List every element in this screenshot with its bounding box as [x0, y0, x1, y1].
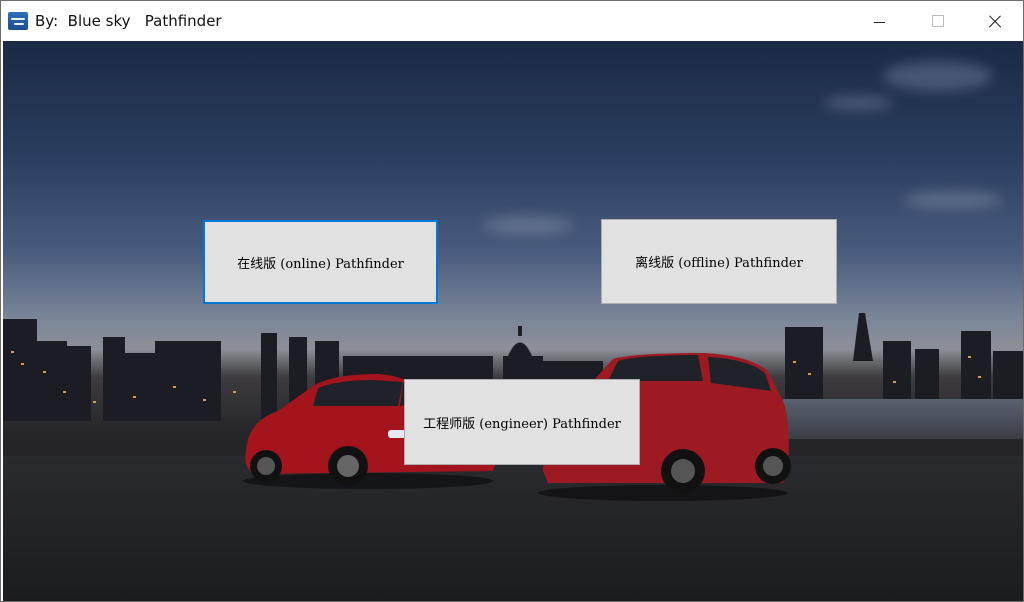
engineer-pathfinder-button[interactable]: 工程师版 (engineer) Pathfinder: [404, 379, 640, 465]
maximize-button[interactable]: [909, 1, 967, 41]
cloud: [823, 96, 893, 110]
cloud: [483, 216, 573, 234]
app-window: By: Blue sky Pathfinder 在线版 (online) Pat…: [0, 0, 1024, 602]
online-pathfinder-button[interactable]: 在线版 (online) Pathfinder: [203, 220, 438, 304]
cloud: [903, 191, 1003, 209]
maximize-icon: [932, 15, 944, 27]
background-image: [3, 41, 1023, 601]
river: [783, 399, 1023, 439]
minimize-icon: [874, 22, 885, 23]
minimize-button[interactable]: [851, 1, 909, 41]
road: [3, 456, 1023, 601]
offline-pathfinder-button[interactable]: 离线版 (offline) Pathfinder: [601, 219, 837, 304]
window-title: By: Blue sky Pathfinder: [35, 12, 222, 30]
title-bar[interactable]: By: Blue sky Pathfinder: [1, 1, 1023, 41]
cloud: [883, 61, 993, 91]
close-button[interactable]: [967, 1, 1023, 41]
app-logo-icon: [8, 12, 28, 30]
